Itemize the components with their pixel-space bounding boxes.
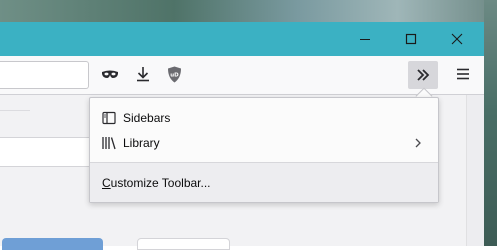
downloads-button[interactable] (131, 62, 155, 86)
main-menu-button[interactable] (451, 62, 475, 86)
close-icon (451, 33, 463, 45)
minimize-icon (360, 39, 370, 40)
menu-item-sidebars[interactable]: Sidebars (90, 106, 438, 130)
overflow-menu-panel: Sidebars Library Customize Toolbar... (89, 97, 439, 203)
content-divider (0, 110, 30, 111)
maximize-icon (405, 33, 417, 45)
overflow-menu-button[interactable] (408, 61, 438, 89)
ublock-shield-label: uD (170, 72, 179, 78)
menu-item-label: Sidebars (123, 111, 171, 125)
ublock-shield-icon: uD (167, 66, 181, 82)
close-button[interactable] (434, 22, 480, 56)
library-icon (101, 135, 117, 151)
minimize-button[interactable] (342, 22, 388, 56)
menu-item-label: Library (123, 136, 160, 150)
private-mask-icon (102, 70, 118, 78)
desktop-background (0, 0, 497, 22)
url-bar[interactable] (0, 61, 89, 89)
sidebar-icon (101, 110, 117, 126)
content-primary-button[interactable] (2, 238, 103, 250)
double-chevron-icon (417, 69, 430, 81)
ublock-extension-button[interactable]: uD (162, 62, 186, 86)
chevron-right-icon (412, 137, 424, 149)
hamburger-menu-icon (457, 68, 469, 80)
customize-toolbar-button[interactable]: Customize Toolbar... (90, 163, 438, 202)
maximize-button[interactable] (388, 22, 434, 56)
vertical-scrollbar[interactable] (466, 95, 484, 246)
menu-item-library[interactable]: Library (90, 131, 438, 155)
private-browsing-button[interactable] (98, 62, 122, 86)
customize-toolbar-label: Customize Toolbar... (102, 175, 211, 190)
content-secondary-button[interactable] (137, 238, 230, 250)
desktop-background-edge (484, 0, 497, 246)
download-icon (137, 67, 149, 82)
